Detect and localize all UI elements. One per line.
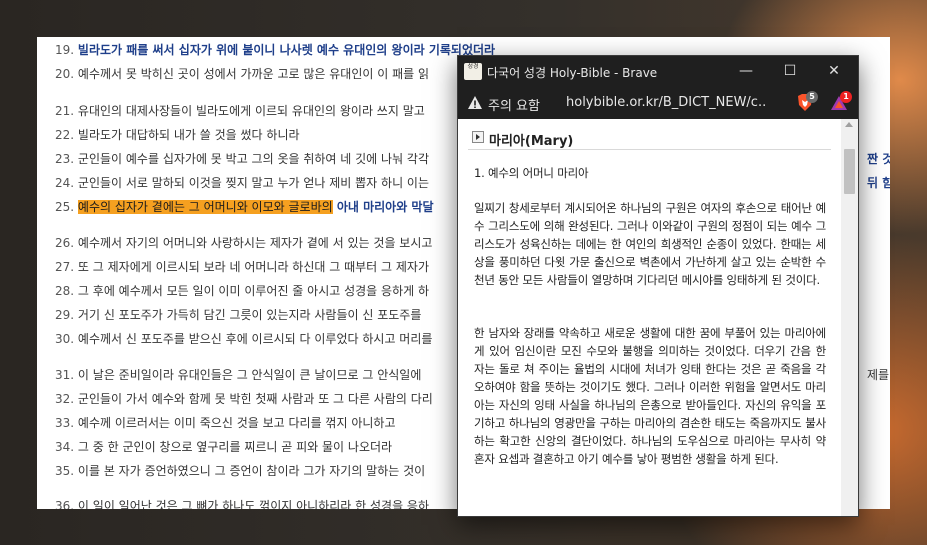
section-heading: 1. 예수의 어머니 마리아 bbox=[474, 166, 589, 180]
close-button[interactable]: ✕ bbox=[812, 56, 856, 87]
verse-number: 26. bbox=[55, 236, 75, 250]
overflow-text: 뒤 함이 bbox=[867, 176, 890, 190]
verse-text: 이를 본 자가 증언하였으니 그 증언이 참이라 그가 자기의 말하는 것이 bbox=[77, 464, 426, 478]
brave-rewards-button[interactable]: 1 bbox=[829, 91, 852, 117]
verse-line: 32. 군인들이 가서 예수와 함께 못 박힌 첫째 사람과 또 그 다른 사람… bbox=[55, 391, 433, 407]
verse-text: 유대인의 대제사장들이 빌라도에게 이르되 유대인의 왕이라 쓰지 말고 bbox=[77, 104, 425, 118]
verse-highlight: 예수의 십자가 곁에는 그 어머니와 이모와 글로바의 bbox=[77, 200, 333, 214]
maximize-button[interactable]: ☐ bbox=[768, 56, 812, 87]
verse-number: 24. bbox=[55, 176, 75, 190]
verse-number: 35. bbox=[55, 464, 75, 478]
expand-icon[interactable] bbox=[472, 131, 484, 143]
verse-text: 그 후에 예수께서 모든 일이 이미 이루어진 줄 아시고 성경을 응하게 하 bbox=[77, 284, 430, 298]
verse-text: 군인들이 가서 예수와 함께 못 박힌 첫째 사람과 또 그 다른 사람의 다리 bbox=[77, 392, 433, 406]
verse-number: 32. bbox=[55, 392, 75, 406]
verse-line: 35. 이를 본 자가 증언하였으니 그 증언이 참이라 그가 자기의 말하는 … bbox=[55, 463, 425, 479]
scrollbar-thumb[interactable] bbox=[844, 149, 855, 194]
vertical-scrollbar[interactable] bbox=[841, 119, 858, 516]
minimize-icon: — bbox=[739, 63, 753, 79]
dictionary-content: 마리아(Mary) 1. 예수의 어머니 마리아 일찌기 창세로부터 계시되어온… bbox=[458, 119, 841, 516]
overflow-text: 짠 것이 bbox=[867, 152, 890, 166]
verse-line: 20. 예수께서 못 박히신 곳이 성에서 가까운 고로 많은 유대인이 이 패… bbox=[55, 66, 429, 82]
verse-overflow-text: 짠 것이 bbox=[867, 151, 890, 167]
verse-line: 24. 군인들이 서로 말하되 이것을 찢지 말고 누가 얻나 제비 뽑자 하니… bbox=[55, 175, 429, 191]
entry-title: 마리아(Mary) bbox=[489, 134, 574, 149]
maximize-icon: ☐ bbox=[783, 63, 797, 79]
verse-overflow-text: 뒤 함이 bbox=[867, 175, 890, 191]
window-title: 다국어 성경 Holy-Bible - Brave bbox=[487, 66, 658, 80]
verse-text: 군인들이 서로 말하되 이것을 찢지 말고 누가 얻나 제비 뽑자 하니 이는 bbox=[77, 176, 430, 190]
verse-number: 27. bbox=[55, 260, 75, 274]
popup-browser-window: 성경 다국어 성경 Holy-Bible - Brave — ☐ ✕ 주의 요함… bbox=[457, 55, 859, 517]
verse-number: 25. bbox=[55, 200, 75, 214]
verse-line: 22. 빌라도가 대답하되 내가 쓸 것을 썼다 하니라 bbox=[55, 127, 300, 143]
verse-number: 30. bbox=[55, 332, 75, 346]
verse-text: 거기 신 포도주가 가득히 담긴 그릇이 있는지라 사람들이 신 포도주를 bbox=[77, 308, 422, 322]
verse-number: 22. bbox=[55, 128, 75, 142]
verse-line: 31. 이 날은 준비일이라 유대인들은 그 안식일이 큰 날이므로 그 안식일… bbox=[55, 367, 421, 383]
security-warning-label[interactable]: 주의 요함 bbox=[488, 95, 540, 114]
verse-text: 예수께서 못 박히신 곳이 성에서 가까운 고로 많은 유대인이 이 패를 읽 bbox=[77, 67, 430, 81]
app-icon-text: 성경 bbox=[467, 63, 479, 70]
verse-text: 빌라도가 대답하되 내가 쓸 것을 썼다 하니라 bbox=[77, 128, 300, 142]
paragraph: 일찌기 창세로부터 계시되어온 하나님의 구원은 여자의 후손으로 태어난 예수… bbox=[474, 201, 826, 287]
verse-number: 21. bbox=[55, 104, 75, 118]
entry-header: 마리아(Mary) bbox=[468, 127, 831, 150]
verse-overflow-text: 제를 차 bbox=[867, 367, 890, 383]
verse-text: 또 그 제자에게 이르시되 보라 네 어머니라 하신대 그 때부터 그 제자가 bbox=[77, 260, 430, 274]
brave-shields-button[interactable]: 5 bbox=[795, 91, 818, 117]
verse-line: 27. 또 그 제자에게 이르시되 보라 네 어머니라 하신대 그 때부터 그 … bbox=[55, 259, 429, 275]
verse-line: 21. 유대인의 대제사장들이 빌라도에게 이르되 유대인의 왕이라 쓰지 말고 bbox=[55, 103, 425, 119]
verse-line: 34. 그 중 한 군인이 창으로 옆구리를 찌르니 곧 피와 물이 나오더라 bbox=[55, 439, 392, 455]
verse-text: 빌라도가 패를 써서 십자가 위에 붙이니 나사렛 예수 유대인의 왕이라 기록… bbox=[77, 43, 496, 57]
url-text[interactable]: holybible.or.kr/B_DICT_NEW/c... bbox=[566, 95, 766, 110]
verse-number: 19. bbox=[55, 43, 75, 57]
verse-line: 29. 거기 신 포도주가 가득히 담긴 그릇이 있는지라 사람들이 신 포도주… bbox=[55, 307, 421, 323]
scroll-up-arrow-icon[interactable] bbox=[845, 122, 853, 127]
verse-text: 군인들이 예수를 십자가에 못 박고 그의 옷을 취하여 네 깃에 나눠 각각 bbox=[77, 152, 430, 166]
minimize-button[interactable]: — bbox=[724, 56, 768, 87]
title-bar[interactable]: 성경 다국어 성경 Holy-Bible - Brave — ☐ ✕ bbox=[458, 56, 858, 87]
app-icon: 성경 bbox=[464, 63, 482, 80]
verse-line: 28. 그 후에 예수께서 모든 일이 이미 이루어진 줄 아시고 성경을 응하… bbox=[55, 283, 429, 299]
rewards-count-badge: 1 bbox=[840, 91, 852, 103]
verse-text: 예수께 이르러서는 이미 죽으신 것을 보고 다리를 꺾지 아니하고 bbox=[77, 416, 396, 430]
verse-text: 예수께서 자기의 어머니와 사랑하시는 제자가 곁에 서 있는 것을 보시고 bbox=[77, 236, 433, 250]
verse-text: 그 중 한 군인이 창으로 옆구리를 찌르니 곧 피와 물이 나오더라 bbox=[77, 440, 393, 454]
verse-number: 20. bbox=[55, 67, 75, 81]
verse-line: 33. 예수께 이르러서는 이미 죽으신 것을 보고 다리를 꺾지 아니하고 bbox=[55, 415, 395, 431]
verse-text: 아내 마리아와 막달 bbox=[332, 200, 434, 214]
verse-text: 이 일이 일어난 것은 그 뼈가 하나도 꺾이지 아니하리라 한 성경을 응하 bbox=[77, 499, 430, 509]
verse-text: 예수께서 신 포도주를 받으신 후에 이르시되 다 이루었다 하시고 머리를 bbox=[77, 332, 433, 346]
warning-icon[interactable] bbox=[467, 95, 483, 111]
verse-line: 30. 예수께서 신 포도주를 받으신 후에 이르시되 다 이루었다 하시고 머… bbox=[55, 331, 432, 347]
verse-number: 29. bbox=[55, 308, 75, 322]
verse-line: 26. 예수께서 자기의 어머니와 사랑하시는 제자가 곁에 서 있는 것을 보… bbox=[55, 235, 432, 251]
verse-line: 19. 빌라도가 패를 써서 십자가 위에 붙이니 나사렛 예수 유대인의 왕이… bbox=[55, 42, 495, 58]
overflow-text: 제를 차 bbox=[867, 368, 890, 382]
verse-text: 이 날은 준비일이라 유대인들은 그 안식일이 큰 날이므로 그 안식일에 bbox=[77, 368, 422, 382]
verse-number: 34. bbox=[55, 440, 75, 454]
shields-count-badge: 5 bbox=[806, 91, 818, 103]
verse-line: 36. 이 일이 일어난 것은 그 뼈가 하나도 꺾이지 아니하리라 한 성경을… bbox=[55, 498, 429, 509]
close-icon: ✕ bbox=[828, 63, 840, 79]
verse-number: 36. bbox=[55, 499, 75, 509]
verse-number: 31. bbox=[55, 368, 75, 382]
paragraph: 한 남자와 장래를 약속하고 새로운 생활에 대한 꿈에 부풀어 있는 마리아에… bbox=[474, 326, 826, 466]
address-bar[interactable]: 주의 요함 holybible.or.kr/B_DICT_NEW/c... 5 … bbox=[458, 87, 858, 119]
verse-number: 23. bbox=[55, 152, 75, 166]
verse-line-highlighted: 25. 예수의 십자가 곁에는 그 어머니와 이모와 글로바의 아내 마리아와 … bbox=[55, 199, 434, 215]
verse-number: 28. bbox=[55, 284, 75, 298]
verse-line: 23. 군인들이 예수를 십자가에 못 박고 그의 옷을 취하여 네 깃에 나눠… bbox=[55, 151, 429, 167]
verse-number: 33. bbox=[55, 416, 75, 430]
